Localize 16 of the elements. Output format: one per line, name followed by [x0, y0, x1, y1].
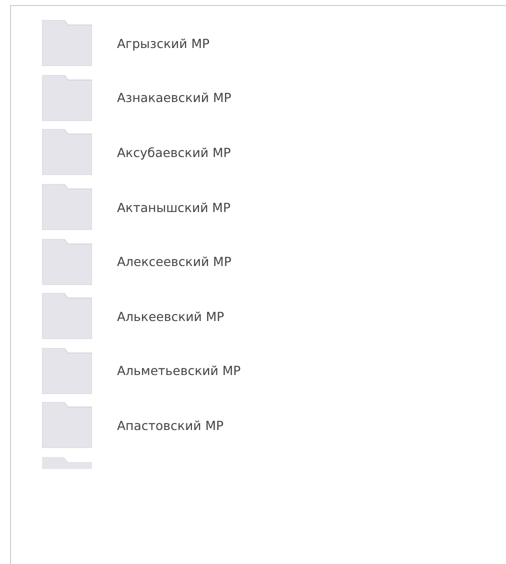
folder-item[interactable]: Алькеевский МР	[42, 288, 506, 344]
folder-name: Агрызский МР	[117, 36, 210, 51]
folder-item[interactable]: Алексеевский МР	[42, 234, 506, 289]
folder-name: Алькеевский МР	[117, 308, 224, 324]
folder-item[interactable]: Аксубаевский МР	[42, 125, 506, 180]
folder-item[interactable]: Апастовский МР	[42, 398, 506, 453]
folder-name: Альметьевский МР	[117, 363, 241, 378]
folder-name: Актанышский МР	[117, 200, 230, 215]
folder-item[interactable]: Альметьевский МР	[42, 344, 506, 398]
folder-item[interactable]: Агрызский МР	[42, 16, 506, 71]
folder-name: Аксубаевский МР	[117, 144, 231, 160]
folder-name: Алексеевский МР	[117, 254, 232, 270]
folder-name: Азнакаевский МР	[117, 90, 232, 106]
folder-item[interactable]: Азнакаевский МР	[42, 70, 506, 126]
folder-name: Апастовский МР	[117, 418, 224, 433]
folder-item[interactable]: Актанышский МР	[42, 180, 506, 234]
